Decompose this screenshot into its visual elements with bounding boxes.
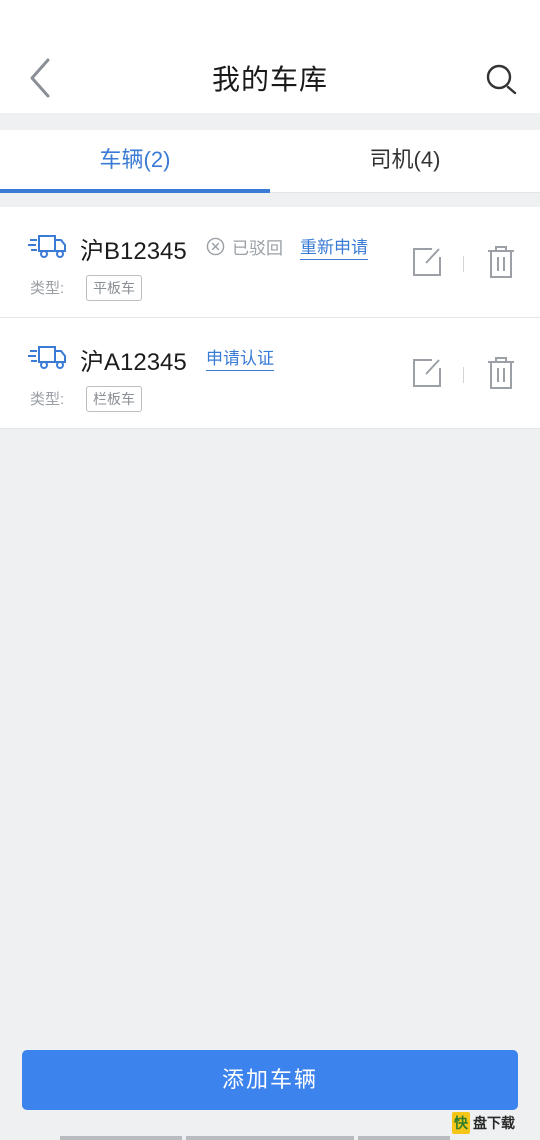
plate-number: 沪B12345 [80,238,187,265]
vehicle-list: 沪B12345 已驳回 重新申请 类型: 平板车 沪A12345 申请认证 类型… [0,207,540,429]
edit-icon [413,359,441,387]
action-divider [463,367,464,383]
edit-button[interactable] [412,247,442,277]
tab-drivers[interactable]: 司机(4) [270,130,540,192]
trash-icon [488,357,514,389]
active-tab-indicator [0,189,270,193]
truck-icon [28,235,66,258]
delete-button[interactable] [486,245,516,279]
vehicle-row[interactable]: 沪B12345 已驳回 重新申请 类型: 平板车 [0,207,540,318]
truck-icon [28,346,66,369]
apply-certification-link[interactable]: 申请认证 [206,344,274,371]
vehicle-type-tag: 平板车 [86,275,142,301]
edit-button[interactable] [412,358,442,388]
type-label: 类型: [30,391,65,408]
watermark-text: 盘下载 [473,1115,515,1131]
rejected-icon [206,237,225,256]
header-spacer [0,113,540,130]
watermark-logo: 快 [452,1112,470,1134]
trash-icon [488,246,514,278]
status-text: 已驳回 [232,239,283,258]
type-label: 类型: [30,280,65,297]
reapply-link[interactable]: 重新申请 [300,233,368,260]
vehicle-type-tag: 栏板车 [86,386,142,412]
action-divider [463,256,464,272]
search-button[interactable] [484,62,520,98]
plate-number: 沪A12345 [80,349,187,376]
watermark: 快 盘下载 [452,1112,515,1134]
delete-button[interactable] [486,356,516,390]
add-vehicle-button[interactable]: 添加车辆 [22,1050,518,1110]
tab-vehicles-label: 车辆(2) [99,147,171,172]
edit-icon [413,248,441,276]
system-nav-bar [358,1136,450,1140]
tab-bar: 车辆(2) 司机(4) [0,130,540,193]
status-badge: 已驳回 [206,234,283,259]
tab-drivers-label: 司机(4) [369,147,441,172]
system-nav-bar [186,1136,354,1140]
system-nav-bar [60,1136,182,1140]
page-title: 我的车库 [211,64,328,95]
vehicle-row[interactable]: 沪A12345 申请认证 类型: 栏板车 [0,318,540,429]
top-bar: 我的车库 [0,0,540,113]
tab-vehicles[interactable]: 车辆(2) [0,130,270,193]
search-icon [486,64,517,95]
